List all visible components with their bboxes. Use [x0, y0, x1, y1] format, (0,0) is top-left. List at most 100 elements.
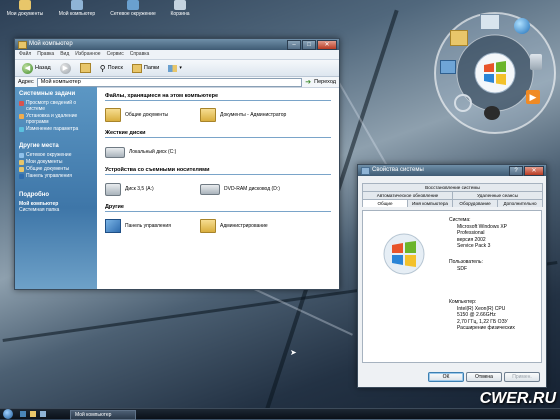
computer-icon [71, 0, 83, 10]
ok-button[interactable]: ОК [428, 372, 464, 382]
network-icon [19, 152, 24, 158]
menu-help[interactable]: Справка [130, 50, 150, 59]
up-button[interactable] [77, 63, 94, 73]
dialog-titlebar[interactable]: Свойства системы ? ✕ [358, 165, 546, 176]
menu-tools[interactable]: Сервис [107, 50, 124, 59]
place-label: Общие документы [26, 166, 70, 172]
programs-icon [19, 113, 24, 119]
minimize-button[interactable]: – [287, 40, 301, 50]
quicklaunch-ie-icon[interactable] [20, 411, 26, 417]
help-button[interactable]: ? [509, 166, 523, 176]
start-button[interactable] [3, 409, 13, 419]
place-label: Мои документы [26, 159, 63, 165]
place-shared-documents[interactable]: Общие документы [19, 166, 93, 172]
views-button[interactable]: ▾ [165, 64, 185, 72]
back-button[interactable]: ◀ Назад [19, 62, 54, 74]
desktop-icon-label: Корзина [170, 11, 190, 17]
item-label: DVD-RAM дисковод (D:) [224, 186, 280, 192]
item-local-disk-c[interactable]: Локальный диск (C:) [105, 146, 200, 158]
tab-remote-sessions[interactable]: Удаленные сеансы [452, 191, 543, 199]
cancel-button[interactable]: Отмена [466, 372, 502, 382]
search-button[interactable]: ⚲ Поиск [97, 64, 126, 73]
task-pane: Системные задачи Просмотр сведений о сис… [15, 87, 97, 289]
general-tab-panel: Система: Microsoft Windows XP Profession… [362, 210, 542, 363]
place-my-documents[interactable]: Мои документы [19, 159, 93, 165]
chevron-down-icon: ▾ [179, 65, 182, 71]
tab-advanced[interactable]: Дополнительно [497, 199, 543, 207]
desktop-icon-label: Мои документы [6, 11, 44, 17]
group-header-hdd: Жесткие диски [105, 130, 331, 138]
tab-general[interactable]: Общие [362, 199, 408, 207]
details-header[interactable]: Подробно [19, 192, 93, 198]
network-icon [127, 0, 139, 10]
toolbar: ◀ Назад ▶ ⚲ Поиск Папки ▾ [15, 60, 339, 77]
media-player-icon[interactable]: ▶ [526, 90, 540, 104]
address-field[interactable]: Мой компьютер [36, 77, 303, 87]
forward-button[interactable]: ▶ [57, 62, 74, 74]
item-shared-documents[interactable]: Общие документы [105, 108, 200, 122]
maximize-button[interactable]: □ [302, 40, 316, 50]
desktop-icon-my-computer[interactable]: Мой компьютер [52, 0, 102, 17]
system-tasks-header[interactable]: Системные задачи [19, 91, 93, 97]
watermark: CWER.RU [479, 390, 556, 407]
search-icon[interactable] [454, 94, 472, 112]
task-label: Установка и удаление программ [26, 113, 78, 125]
apply-button[interactable]: Примен. [504, 372, 540, 382]
folders-button[interactable]: Папки [129, 63, 162, 73]
item-administration[interactable]: Администрирование [200, 219, 330, 233]
system-properties-dialog: Свойства системы ? ✕ Восстановление сист… [357, 164, 547, 388]
place-label: Сетевое окружение [26, 152, 72, 158]
explorer-window: Мой компьютер – □ ✕ Файл Правка Вид Избр… [14, 38, 340, 290]
close-button[interactable]: ✕ [524, 166, 544, 176]
folder-icon [105, 108, 121, 122]
task-add-remove-programs[interactable]: Установка и удаление программ [19, 113, 93, 125]
menu-file[interactable]: Файл [19, 50, 31, 59]
folder-icon[interactable] [450, 30, 468, 46]
search-label: Поиск [107, 65, 123, 71]
item-floppy-a[interactable]: Диск 3,5 (A:) [105, 182, 200, 196]
menu-edit[interactable]: Правка [37, 50, 54, 59]
globe-icon[interactable] [514, 18, 530, 34]
menu-view[interactable]: Вид [60, 50, 69, 59]
task-change-setting[interactable]: Изменение параметра [19, 126, 93, 132]
tab-computer-name[interactable]: Имя компьютера [407, 199, 453, 207]
task-view-system-info[interactable]: Просмотр сведений о системе [19, 100, 93, 112]
close-button[interactable]: ✕ [317, 40, 337, 50]
menu-favorites[interactable]: Избранное [75, 50, 100, 59]
folders-label: Папки [143, 65, 160, 71]
folder-icon [200, 108, 216, 122]
menu-bar: Файл Правка Вид Избранное Сервис Справка [15, 50, 339, 60]
desktop-icon-network[interactable]: Сетевое окружение [108, 0, 158, 17]
other-places-header[interactable]: Другие места [19, 143, 93, 149]
quicklaunch-folder-icon[interactable] [30, 411, 36, 417]
group-header-removable: Устройства со съемными носителями [105, 167, 331, 175]
go-button[interactable]: Переход [314, 79, 336, 85]
place-label: Панель управления [26, 173, 72, 179]
tab-auto-update[interactable]: Автоматическое обновление [362, 191, 453, 199]
item-control-panel[interactable]: Панель управления [105, 219, 200, 233]
place-control-panel[interactable]: Панель управления [19, 173, 93, 179]
recycle-bin-icon [174, 0, 186, 10]
item-label: Общие документы [125, 112, 169, 118]
desktop-icon-my-documents[interactable]: Мои документы [0, 0, 50, 17]
item-label: Диск 3,5 (A:) [125, 186, 154, 192]
place-network[interactable]: Сетевое окружение [19, 152, 93, 158]
explorer-titlebar[interactable]: Мой компьютер – □ ✕ [15, 39, 339, 50]
other-places-section: Другие места Сетевое окружение Мои докум… [15, 139, 97, 182]
monitor-icon[interactable] [440, 60, 456, 74]
back-label: Назад [35, 65, 51, 71]
desktop-icon-recycle-bin[interactable]: Корзина [155, 0, 205, 17]
floppy-icon [105, 182, 121, 196]
quicklaunch-desktop-icon[interactable] [40, 411, 46, 417]
tab-hardware[interactable]: Оборудование [452, 199, 498, 207]
system-tasks-section: Системные задачи Просмотр сведений о сис… [15, 87, 97, 135]
item-admin-documents[interactable]: Документы - Администратор [200, 108, 330, 122]
go-arrow-icon[interactable]: ➔ [305, 78, 311, 86]
item-dvd-d[interactable]: DVD-RAM дисковод (D:) [200, 183, 330, 195]
recycle-bin-icon[interactable] [530, 54, 542, 70]
window-icon[interactable] [480, 14, 500, 30]
film-reel-icon[interactable] [484, 106, 500, 120]
windows-logo-icon [383, 233, 425, 275]
tab-system-restore[interactable]: Восстановление системы [362, 183, 543, 191]
os-service-pack: Service Pack 3 [457, 243, 491, 249]
